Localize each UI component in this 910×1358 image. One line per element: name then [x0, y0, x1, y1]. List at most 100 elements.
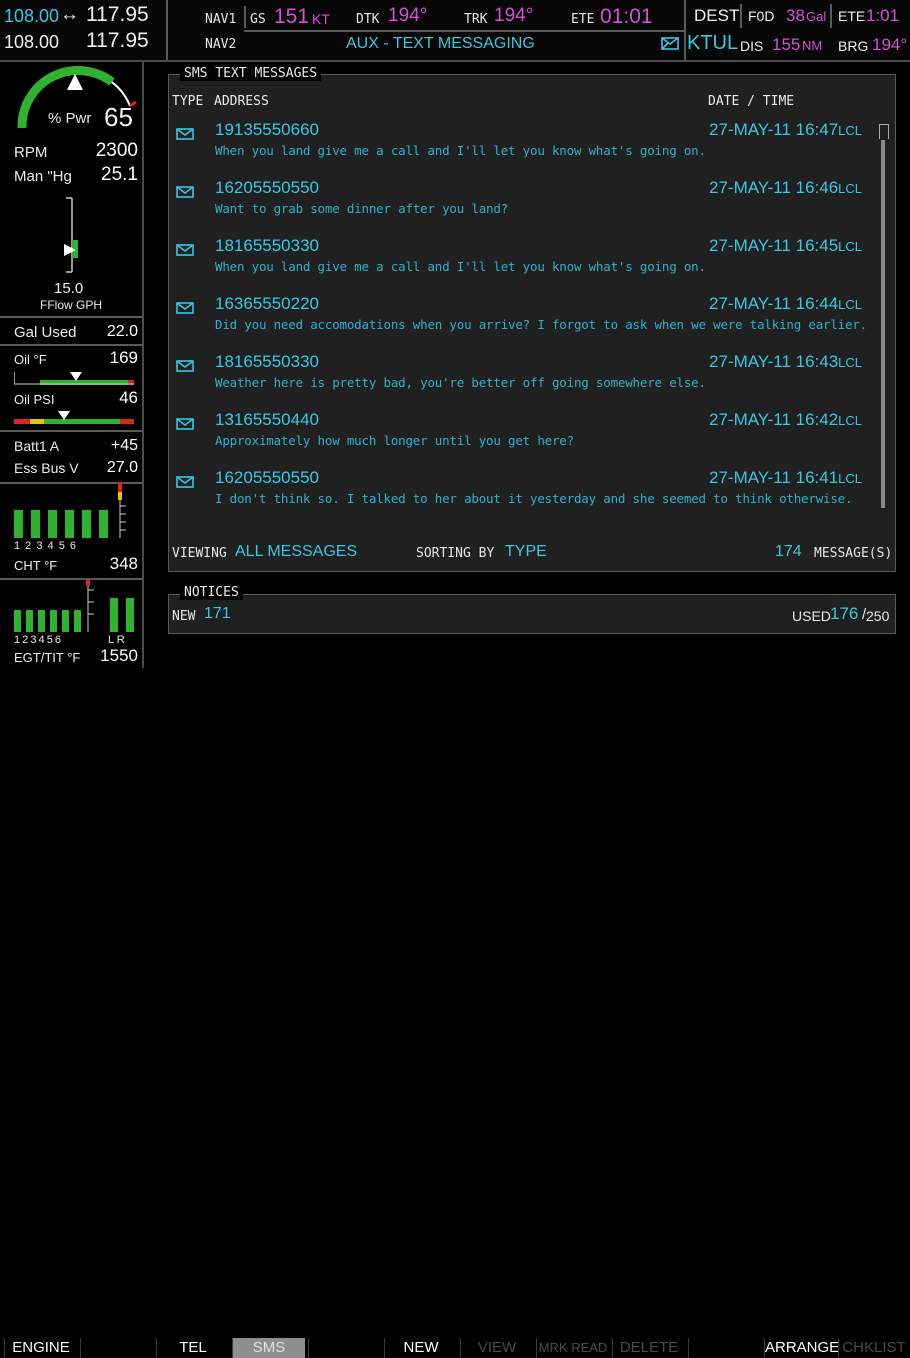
message-date: 27-MAY-11 16:45: [709, 236, 839, 255]
egt-row: EGT/TIT °F 1550: [14, 646, 138, 665]
gs-unit: KT: [312, 11, 330, 27]
manifold-row: Man "Hg 25.1: [14, 164, 138, 185]
softkey-blank-3[interactable]: [688, 1338, 761, 1358]
egt-value: 1550: [100, 646, 138, 665]
egt-bar-graph: [14, 580, 134, 632]
message-address: 18165550330: [215, 236, 320, 255]
notices-new-value: 171: [204, 605, 231, 622]
cht-bar-graph: [14, 482, 126, 538]
dis-label: DIS: [740, 38, 764, 54]
cht-label: CHT °F: [14, 558, 58, 573]
notices-new-label: NEW: [172, 609, 196, 624]
message-address: 18165550330: [215, 352, 320, 371]
cht-cylinder-numbers: 1 2 3 4 5 6: [14, 540, 77, 552]
notices-title: NOTICES: [180, 585, 243, 600]
com2-active-freq[interactable]: 108.00: [4, 32, 59, 53]
com1-standby-freq[interactable]: 117.95: [86, 3, 149, 27]
sorting-label: SORTING BY: [416, 546, 495, 561]
divider: [740, 4, 742, 28]
softkey-mark-read[interactable]: MRK READ: [536, 1338, 609, 1358]
man-value: 25.1: [101, 164, 138, 185]
softkey-tel[interactable]: TEL: [156, 1338, 229, 1358]
message-date: 27-MAY-11 16:41: [709, 468, 839, 487]
message-timezone: LCL: [838, 123, 863, 138]
brg-value: 194°: [872, 35, 908, 54]
gs-label: GS: [250, 12, 266, 27]
divider: [244, 6, 246, 28]
message-row[interactable]: 16205550550 27-MAY-11 16:46LCL Want to g…: [172, 176, 872, 234]
essbus-value: 27.0: [106, 459, 138, 476]
dis-unit: NM: [802, 38, 823, 53]
sorting-value[interactable]: TYPE: [505, 543, 547, 561]
fuel-flow-gauge: [64, 197, 78, 273]
message-timezone: LCL: [838, 355, 863, 370]
man-label: Man "Hg: [14, 168, 72, 185]
softkey-delete[interactable]: DELETE: [612, 1338, 685, 1358]
message-address: 16205550550: [215, 468, 320, 487]
divider: [166, 0, 168, 60]
divider: [0, 316, 142, 318]
divider: [684, 0, 686, 60]
softkey-new[interactable]: NEW: [384, 1338, 457, 1358]
envelope-icon: [176, 302, 194, 314]
batt-label: Batt1 A: [14, 438, 60, 454]
message-text: I don't think so. I talked to her about …: [215, 491, 853, 506]
column-header-type: TYPE: [172, 94, 204, 109]
column-header-address: ADDRESS: [214, 94, 269, 109]
message-row[interactable]: 18165550330 27-MAY-11 16:43LCL Weather h…: [172, 350, 872, 408]
message-text: When you land give me a call and I'll le…: [215, 143, 706, 158]
com2-standby-freq[interactable]: 117.95: [86, 29, 149, 53]
fuel-unit: Gal: [806, 9, 827, 24]
top-status-bar: 108.00 ↔ 117.95 108.00 117.95 NAV1 NAV2 …: [0, 0, 910, 62]
engine-indication-strip: % Pwr 65 RPM 2300 Man "Hg 25.1 15.0 FFlo…: [0, 62, 144, 668]
divider: [0, 344, 142, 346]
softkey-view[interactable]: VIEW: [460, 1338, 533, 1358]
message-row[interactable]: 18165550330 27-MAY-11 16:45LCL When you …: [172, 234, 872, 292]
viewing-filter-value[interactable]: ALL MESSAGES: [235, 543, 357, 561]
message-text: Approximately how much longer until you …: [215, 433, 574, 448]
softkey-blank-2[interactable]: [308, 1338, 381, 1358]
message-row[interactable]: 13165550440 27-MAY-11 16:42LCL Approxima…: [172, 408, 872, 466]
cht-value: 348: [109, 554, 138, 573]
dtk-label: DTK: [356, 12, 380, 27]
trk-value: 194°: [494, 5, 534, 26]
envelope-icon: [176, 128, 194, 140]
message-count-value: 174: [775, 543, 802, 560]
notices-panel: [168, 594, 896, 634]
gal-used-row: Gal Used 22.0: [14, 323, 138, 341]
message-list-scrollbar[interactable]: [881, 140, 885, 508]
message-text: When you land give me a call and I'll le…: [215, 259, 706, 274]
message-datetime: 27-MAY-11 16:41LCL: [709, 468, 862, 488]
brg-label: BRG: [838, 38, 869, 54]
essbus-label: Ess Bus V: [14, 460, 79, 476]
dest-label: DEST: [694, 6, 740, 25]
softkey-engine[interactable]: ENGINE: [4, 1338, 77, 1358]
trk-label: TRK: [464, 12, 488, 27]
message-date: 27-MAY-11 16:44: [709, 294, 839, 313]
message-address: 16205550550: [215, 178, 320, 197]
notices-used-label: USED: [792, 608, 831, 624]
message-row[interactable]: 19135550660 27-MAY-11 16:47LCL When you …: [172, 118, 872, 176]
softkey-arrange[interactable]: ARRANGE: [764, 1338, 839, 1358]
envelope-icon: [176, 476, 194, 488]
message-row[interactable]: 16205550550 27-MAY-11 16:41LCL I don't t…: [172, 466, 872, 524]
rpm-label: RPM: [14, 144, 48, 161]
oil-temp-value: 169: [109, 348, 138, 367]
message-timezone: LCL: [838, 471, 863, 486]
softkey-checklist[interactable]: CHKLIST: [838, 1338, 909, 1358]
com-swap-icon[interactable]: ↔: [60, 4, 79, 26]
message-row[interactable]: 16365550220 27-MAY-11 16:44LCL Did you n…: [172, 292, 872, 350]
oil-psi-value: 46: [119, 388, 138, 407]
message-datetime: 27-MAY-11 16:43LCL: [709, 352, 862, 372]
egt-left-right: L R: [108, 634, 125, 646]
message-datetime: 27-MAY-11 16:47LCL: [709, 120, 862, 140]
dis-value: 155: [772, 35, 801, 54]
com1-active-freq[interactable]: 108.00: [4, 6, 59, 27]
message-datetime: 27-MAY-11 16:46LCL: [709, 178, 862, 198]
scrollbar-top-cap: [879, 124, 889, 139]
softkey-blank-1[interactable]: [80, 1338, 153, 1358]
softkey-sms[interactable]: SMS: [232, 1338, 305, 1358]
message-datetime: 27-MAY-11 16:45LCL: [709, 236, 862, 256]
message-address: 19135550660: [215, 120, 320, 139]
pwr-label: % Pwr: [48, 110, 92, 127]
